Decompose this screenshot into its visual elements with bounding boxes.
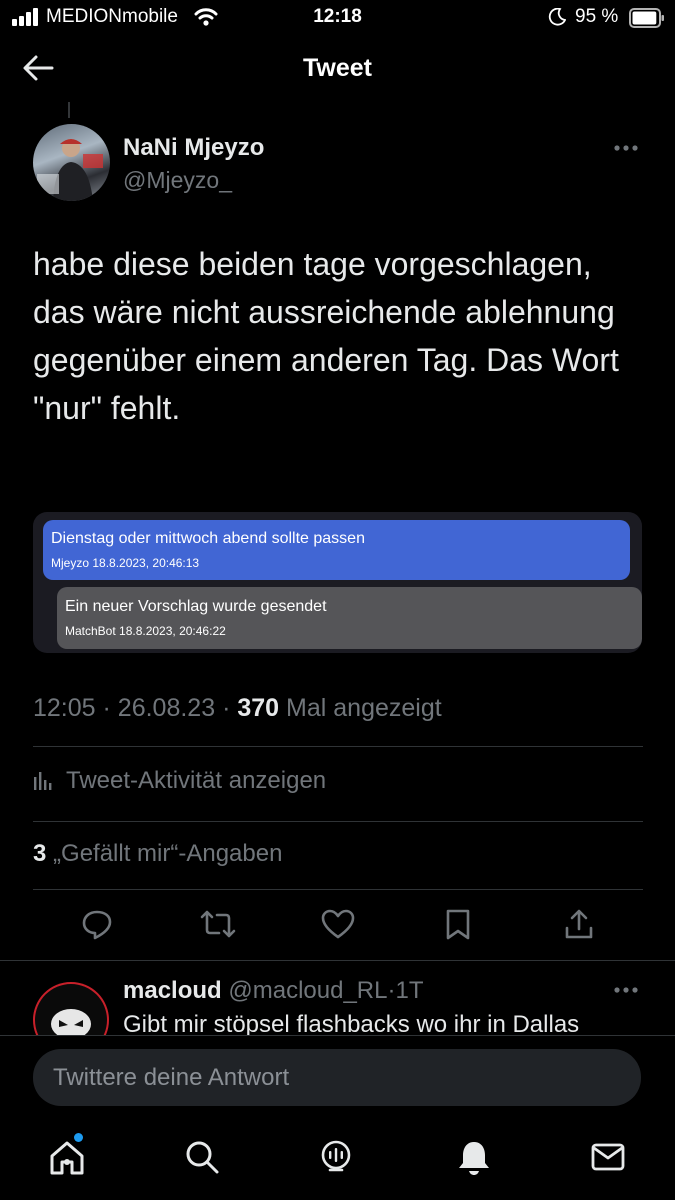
divider [33,889,643,890]
meta-separator: · [102,694,111,722]
divider [33,821,643,822]
messages-icon[interactable] [590,1139,626,1175]
views-label: Mal angezeigt [286,694,442,722]
likes-count: 3 [33,840,47,867]
author-name[interactable]: NaNi Mjeyzo [123,134,264,162]
more-options-icon[interactable] [613,144,639,152]
avatar-photo [37,139,103,201]
chat-bubble-bot: Ein neuer Vorschlag wurde gesendet Match… [57,587,642,649]
focus-moon-icon [548,8,566,26]
battery-percent: 95 % [575,6,619,27]
tweet-date: 26.08.23 [117,694,216,722]
author-handle[interactable]: @Mjeyzo_ [123,167,232,194]
tweet-text: habe diese beiden tage vorgeschlagen, da… [33,246,619,426]
reply-header: macloud @macloud_RL·1T [123,977,423,1005]
likes-summary[interactable]: 3 „Gefällt mir“-Angaben [33,840,282,868]
search-icon[interactable] [184,1139,220,1175]
likes-label: „Gefällt mir“-Angaben [53,840,283,867]
battery-icon [629,8,664,28]
author-avatar[interactable] [33,124,110,201]
chat-bubble-sent: Dienstag oder mittwoch abend sollte pass… [43,520,630,580]
status-bar: MEDIONmobile 12:18 95 % [0,0,675,36]
spaces-icon[interactable] [318,1139,354,1177]
reply-input[interactable] [33,1049,641,1106]
status-time: 12:18 [313,6,362,27]
notifications-icon[interactable] [456,1139,492,1177]
chat-message-meta: MatchBot 18.8.2023, 20:46:22 [65,624,226,638]
tweet-time: 12:05 [33,694,96,722]
share-icon[interactable] [564,908,594,940]
activity-label: Tweet-Aktivität anzeigen [66,767,327,794]
reply-icon[interactable] [81,908,113,940]
home-notification-dot [74,1133,83,1142]
meta-separator: · [222,694,231,722]
reply-author-name[interactable]: macloud [123,977,222,1004]
divider [33,746,643,747]
chat-message-meta: Mjeyzo 18.8.2023, 20:46:13 [51,556,200,570]
tweet-meta: 12:05 · 26.08.23 · 370 Mal angezeigt [33,694,442,723]
thread-connector [68,102,70,118]
divider [0,960,675,961]
reply-author-handle[interactable]: @macloud_RL [228,977,387,1004]
like-icon[interactable] [321,908,355,940]
analytics-icon [34,772,52,790]
bookmark-icon[interactable] [445,908,471,940]
chat-message-text: Dienstag oder mittwoch abend sollte pass… [51,530,365,547]
home-icon[interactable] [48,1139,86,1177]
page-title: Tweet [303,54,372,82]
more-options-icon[interactable] [613,986,639,994]
tweet-media-image[interactable]: Dienstag oder mittwoch abend sollte pass… [33,512,642,653]
bottom-tab-bar [0,1125,675,1200]
reply-age: 1T [395,977,424,1004]
chat-message-text: Ein neuer Vorschlag wurde gesendet [65,598,327,615]
views-count: 370 [237,694,280,722]
reply-composer-bar [0,1035,675,1126]
retweet-icon[interactable] [200,908,236,940]
